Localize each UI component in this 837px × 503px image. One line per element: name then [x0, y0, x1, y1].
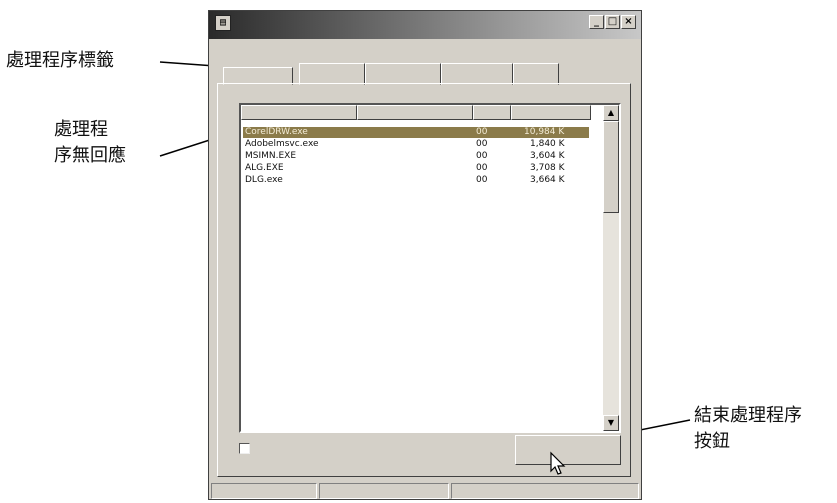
status-pane-cpu	[319, 483, 449, 499]
scroll-down-icon[interactable]: ▼	[603, 415, 619, 431]
maximize-button[interactable]: □	[605, 15, 620, 29]
process-cpu: 00	[476, 127, 488, 137]
tab-performance[interactable]	[365, 63, 441, 85]
process-callout-label-1: 處理程	[54, 119, 108, 140]
process-row[interactable]: MSIMN.EXE 00 3,604 K	[243, 151, 589, 162]
close-button[interactable]: ×	[621, 15, 636, 29]
scroll-thumb[interactable]	[603, 121, 619, 213]
process-row[interactable]: ALG.EXE 00 3,708 K	[243, 163, 589, 174]
tab-networking[interactable]	[441, 63, 513, 85]
process-name: MSIMN.EXE	[245, 151, 297, 161]
end-button-callout-label-2: 按鈕	[694, 431, 730, 452]
tab-users[interactable]	[513, 63, 559, 85]
tab-callout-label: 處理程序標籤	[6, 50, 114, 71]
process-row[interactable]: CorelDRW.exe 00 10,984 K	[243, 127, 589, 138]
end-button-callout-label-1: 結束處理程序	[694, 405, 802, 426]
process-cpu: 00	[476, 163, 488, 173]
menu-bar	[209, 39, 641, 61]
minimize-button[interactable]: _	[589, 15, 604, 29]
vertical-scrollbar[interactable]: ▲ ▼	[603, 105, 619, 431]
task-manager-window: ▤ _ □ × CorelDRW.exe 00 10,984 K Adobelm…	[208, 10, 642, 500]
process-name: DLG.exe	[245, 175, 283, 185]
process-row[interactable]: DLG.exe 00 3,664 K	[243, 175, 589, 186]
process-callout-label-2: 序無回應	[54, 145, 126, 166]
process-cpu: 00	[476, 151, 488, 161]
column-header-user-name[interactable]	[357, 105, 473, 120]
show-all-users-checkbox[interactable]	[239, 443, 250, 454]
process-memory: 1,840 K	[530, 139, 565, 149]
process-list[interactable]: CorelDRW.exe 00 10,984 K Adobelmsvc.exe …	[239, 103, 621, 433]
mouse-pointer-icon	[550, 451, 566, 475]
column-header-memory[interactable]	[511, 105, 591, 120]
status-bar	[209, 481, 641, 499]
process-row[interactable]: Adobelmsvc.exe 00 1,840 K	[243, 139, 589, 150]
process-cpu: 00	[476, 175, 488, 185]
scroll-up-icon[interactable]: ▲	[603, 105, 619, 121]
title-bar[interactable]: ▤ _ □ ×	[209, 11, 641, 39]
process-memory: 3,708 K	[530, 163, 565, 173]
process-name: ALG.EXE	[245, 163, 284, 173]
process-memory: 3,664 K	[530, 175, 565, 185]
process-name: CorelDRW.exe	[245, 127, 308, 137]
status-pane-memory	[451, 483, 639, 499]
tab-processes[interactable]	[299, 63, 365, 85]
column-header-image-name[interactable]	[241, 105, 357, 120]
column-header-cpu[interactable]	[473, 105, 511, 120]
process-memory: 10,984 K	[524, 127, 565, 137]
status-pane-processes	[211, 483, 317, 499]
process-cpu: 00	[476, 139, 488, 149]
window-icon[interactable]: ▤	[215, 15, 231, 31]
process-name: Adobelmsvc.exe	[245, 139, 319, 149]
process-memory: 3,604 K	[530, 151, 565, 161]
